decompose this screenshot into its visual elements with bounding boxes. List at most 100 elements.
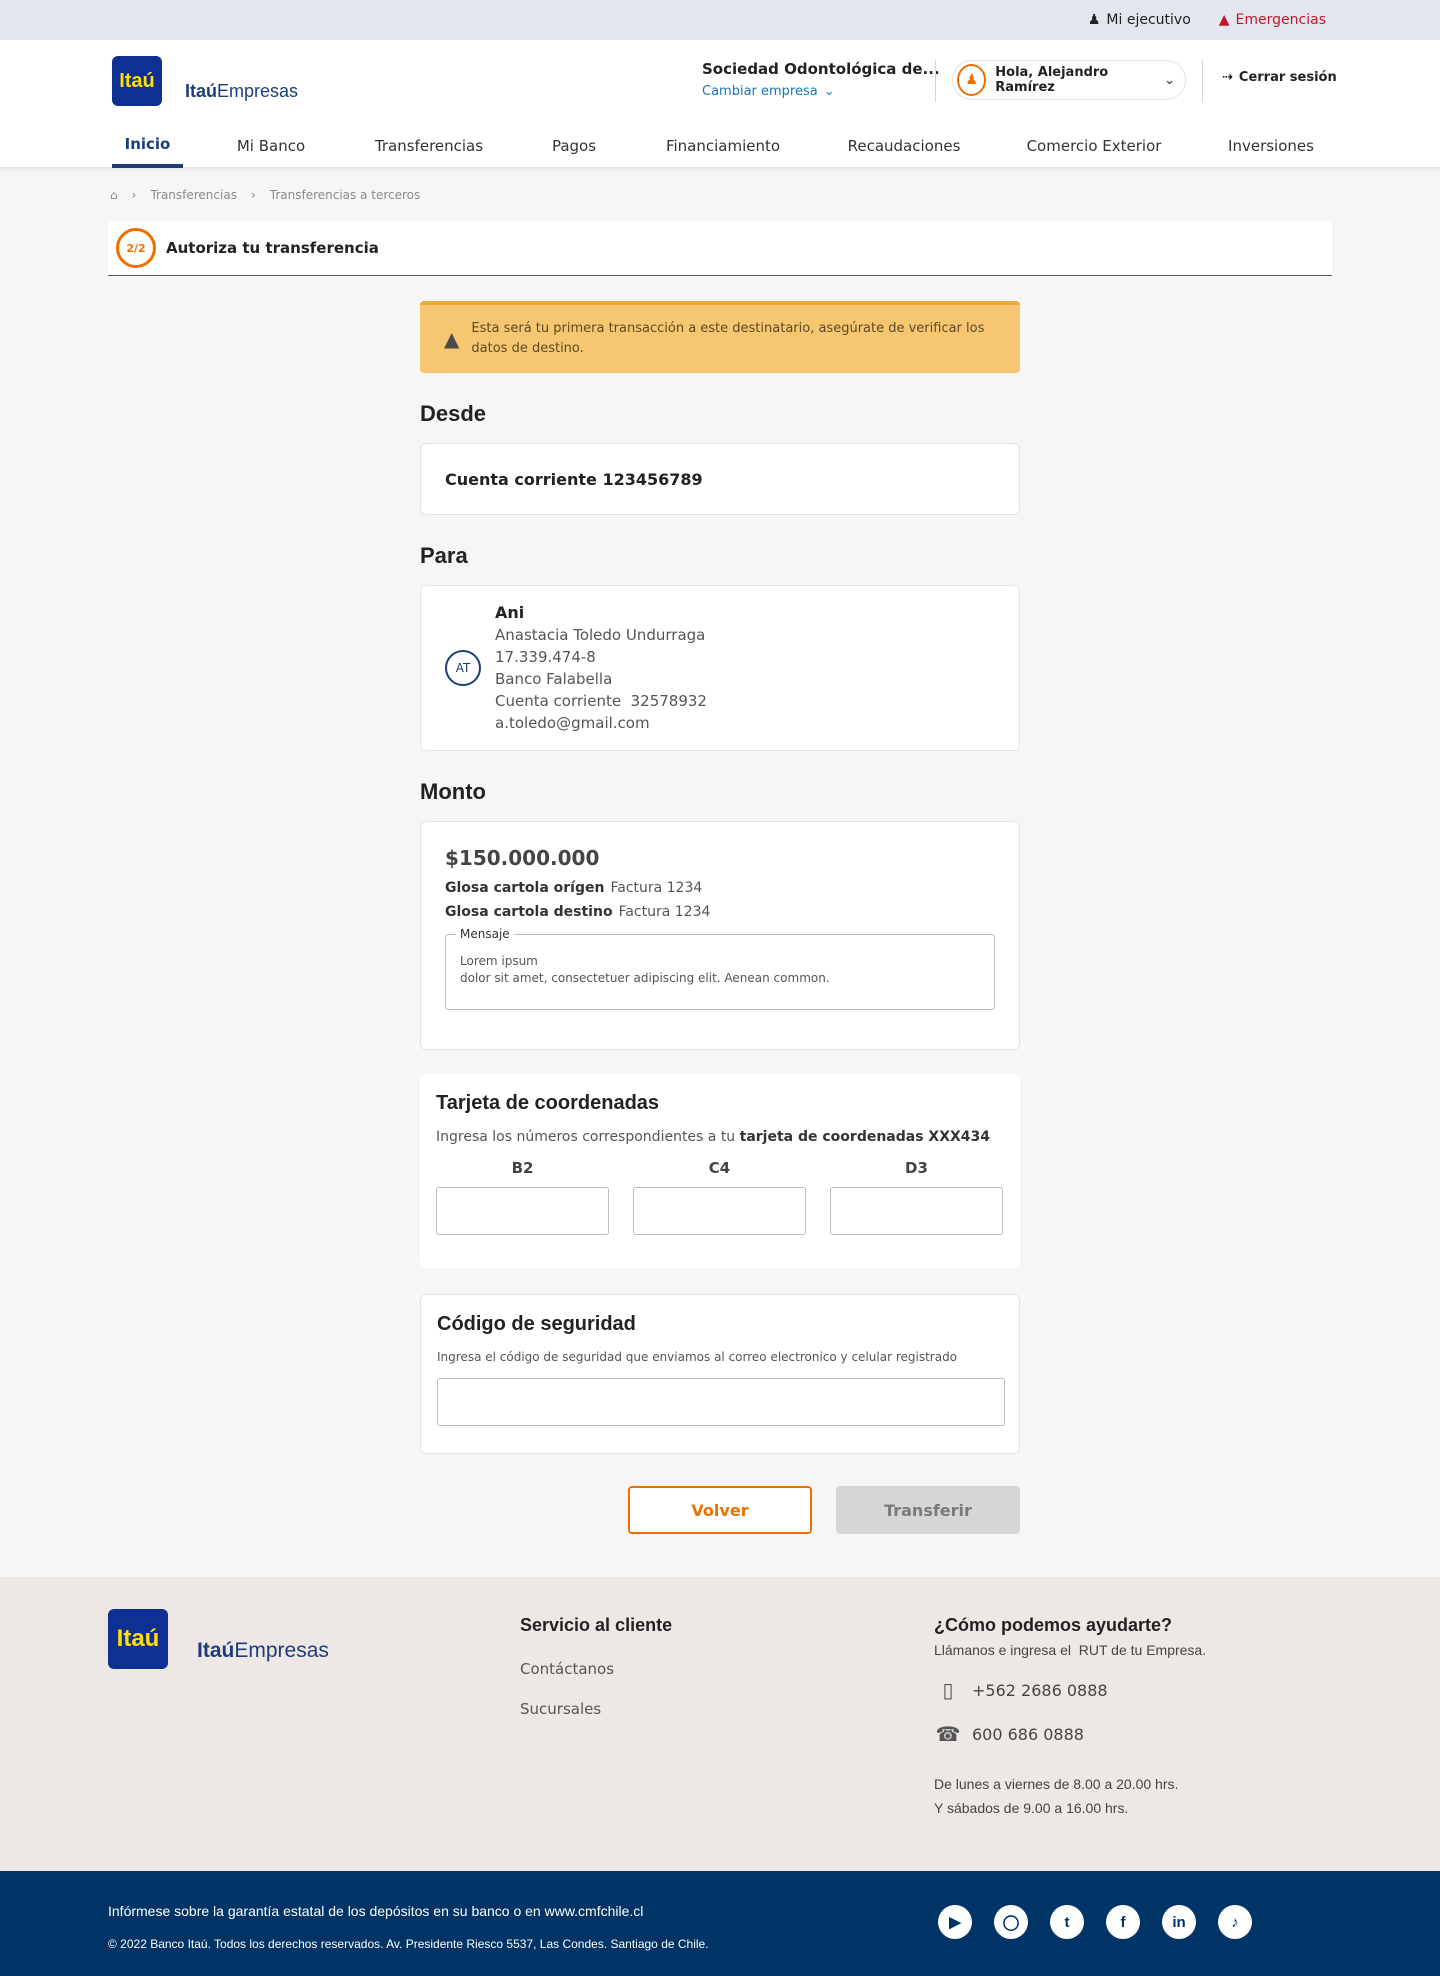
landline-phone[interactable]: ☎ 600 686 0888 (934, 1722, 1206, 1746)
main-content: ▲ Esta será tu primera transacción a est… (420, 301, 1020, 1534)
logout-label: Cerrar sesión (1238, 70, 1337, 85)
from-account: Cuenta corriente 123456789 (445, 469, 703, 489)
tab-inversiones[interactable]: Inversiones (1218, 124, 1324, 168)
origin-gloss: Glosa cartola orígen Factura 1234 (445, 880, 995, 896)
breadcrumb-transferencias[interactable]: Transferencias (150, 188, 237, 202)
recipient-account: Cuenta corriente 32578932 (495, 692, 707, 710)
coordinate-input-b2[interactable] (436, 1187, 609, 1235)
logo-text: Itaú (119, 69, 155, 92)
divider (1202, 60, 1203, 102)
coordinates-desc: Ingresa los números correspondientes a t… (436, 1129, 1004, 1145)
brand-light: Empresas (217, 81, 299, 101)
user-menu[interactable]: ♟ Hola, Alejandro Ramírez ⌄ (952, 60, 1186, 100)
twitter-icon[interactable]: t (1050, 1905, 1084, 1939)
alert-text: Esta será tu primera transacción a este … (471, 321, 985, 356)
guarantee-text: Infórmese sobre la garantía estatal de l… (108, 1903, 644, 1919)
hours-saturday: Y sábados de 9.00 a 16.00 hrs. (934, 1800, 1129, 1816)
mobile-phone-icon: ▯ (942, 1678, 954, 1702)
business-hours: De lunes a viernes de 8.00 a 20.00 hrs. … (934, 1772, 1206, 1820)
message-line-2: dolor sit amet, consectetuer adipiscing … (460, 971, 830, 985)
tiktok-icon[interactable]: ♪ (1218, 1905, 1252, 1939)
action-buttons: Volver Transferir (420, 1486, 1020, 1534)
coordinate-label: C4 (708, 1159, 731, 1177)
change-company-link[interactable]: Cambiar empresa ⌄ (702, 84, 940, 99)
contact-link[interactable]: Contáctanos (520, 1660, 672, 1678)
recipient-name: Anastacia Toledo Undurraga (495, 626, 706, 644)
telephone-icon: ☎ (935, 1722, 961, 1746)
breadcrumb-terceros[interactable]: Transferencias a terceros (270, 188, 421, 202)
step-title: Autoriza tu transferencia (166, 239, 379, 257)
footer-itau-logo[interactable]: Itaú (108, 1609, 168, 1669)
customer-service: Servicio al cliente Contáctanos Sucursal… (520, 1615, 672, 1740)
transfer-button[interactable]: Transferir (836, 1486, 1020, 1534)
mobile-phone[interactable]: ▯ +562 2686 0888 (934, 1678, 1206, 1702)
help-title: ¿Cómo podemos ayudarte? (934, 1615, 1173, 1635)
coordinate-d3: D3 (830, 1159, 1003, 1235)
service-title: Servicio al cliente (520, 1615, 673, 1635)
branches-link[interactable]: Sucursales (520, 1700, 672, 1718)
origin-gloss-label: Glosa cartola orígen (445, 880, 605, 896)
coordinate-label: D3 (905, 1159, 928, 1177)
recipient-card: AT Ani Anastacia Toledo Undurraga 17.339… (420, 585, 1020, 751)
to-title: Para (420, 543, 468, 568)
legal-bar: Infórmese sobre la garantía estatal de l… (0, 1871, 1440, 1976)
hours-weekdays: De lunes a viernes de 8.00 a 20.00 hrs. (934, 1776, 1179, 1792)
back-button[interactable]: Volver (628, 1486, 812, 1534)
coordinates-row: B2 C4 D3 (436, 1159, 1004, 1235)
help-section: ¿Cómo podemos ayudarte? Llámanos e ingre… (934, 1615, 1206, 1820)
message-line-1: Lorem ipsum (460, 954, 538, 968)
recipient-email: a.toledo@gmail.com (495, 714, 650, 732)
footer-brand-bold: Itaú (197, 1639, 235, 1662)
facebook-icon[interactable]: f (1106, 1905, 1140, 1939)
coordinates-card: Tarjeta de coordenadas Ingresa los númer… (420, 1074, 1020, 1268)
brand-name: ItaúEmpresas (185, 81, 298, 102)
coordinates-card-id: tarjeta de coordenadas XXX434 (739, 1129, 991, 1145)
tab-transferencias[interactable]: Transferencias (364, 124, 494, 168)
tab-mi-banco[interactable]: Mi Banco (226, 124, 316, 168)
breadcrumb-separator-icon: › (131, 188, 137, 202)
logout-button[interactable]: ⇢ Cerrar sesión (1222, 70, 1337, 85)
tab-financiamiento[interactable]: Financiamiento (656, 124, 790, 168)
tab-pagos[interactable]: Pagos (538, 124, 610, 168)
phone-number-1: +562 2686 0888 (972, 1680, 1108, 1700)
amount-title: Monto (420, 779, 486, 804)
person-icon: ♟ (1087, 12, 1101, 28)
tab-recaudaciones[interactable]: Recaudaciones (840, 124, 968, 168)
amount-card: $150.000.000 Glosa cartola orígen Factura… (420, 821, 1020, 1050)
company-name: Sociedad Odontológica de... (702, 60, 940, 78)
coordinate-input-c4[interactable] (633, 1187, 806, 1235)
tab-inicio[interactable]: Inicio (112, 124, 183, 168)
footer-brand-light: Empresas (234, 1639, 329, 1662)
instagram-icon[interactable]: ◯ (994, 1905, 1028, 1939)
itau-logo[interactable]: Itaú (112, 56, 162, 106)
executive-link[interactable]: ♟ Mi ejecutivo (1088, 12, 1191, 28)
site-footer: Itaú ItaúEmpresas Servicio al cliente Co… (0, 1577, 1440, 1871)
tab-comercio-exterior[interactable]: Comercio Exterior (1020, 124, 1168, 168)
coordinate-input-d3[interactable] (830, 1187, 1003, 1235)
destination-gloss-value: Factura 1234 (618, 904, 711, 920)
step-badge: 2/2 (116, 228, 156, 268)
home-icon[interactable]: ⌂ (110, 188, 118, 202)
warning-icon: ▲ (1218, 12, 1230, 28)
warning-icon: ▲ (444, 327, 460, 351)
security-code-card: Código de seguridad Ingresa el código de… (420, 1294, 1020, 1454)
recipient-bank: Banco Falabella (495, 670, 613, 688)
emergencies-link[interactable]: ▲ Emergencias (1219, 12, 1326, 28)
chevron-down-icon: ⌄ (1164, 72, 1175, 88)
from-title: Desde (420, 401, 487, 426)
copyright-text: © 2022 Banco Itaú. Todos los derechos re… (108, 1937, 709, 1951)
logout-icon: ⇢ (1222, 70, 1233, 85)
phone-number-2: 600 686 0888 (972, 1724, 1084, 1744)
recipient-avatar: AT (445, 650, 481, 686)
footer-brand: ItaúEmpresas (197, 1639, 329, 1663)
security-code-input[interactable] (437, 1378, 1005, 1426)
user-greeting: Hola, Alejandro Ramírez (995, 65, 1109, 95)
social-links: ▶ ◯ t f in ♪ (938, 1905, 1252, 1939)
youtube-icon[interactable]: ▶ (938, 1905, 972, 1939)
breadcrumb: ⌂ › Transferencias › Transferencias a te… (110, 188, 420, 202)
from-card: Cuenta corriente 123456789 (420, 443, 1020, 515)
message-label: Mensaje (456, 926, 514, 943)
footer-logo-text: Itaú (116, 1625, 160, 1652)
security-title: Código de seguridad (437, 1313, 636, 1335)
linkedin-icon[interactable]: in (1162, 1905, 1196, 1939)
